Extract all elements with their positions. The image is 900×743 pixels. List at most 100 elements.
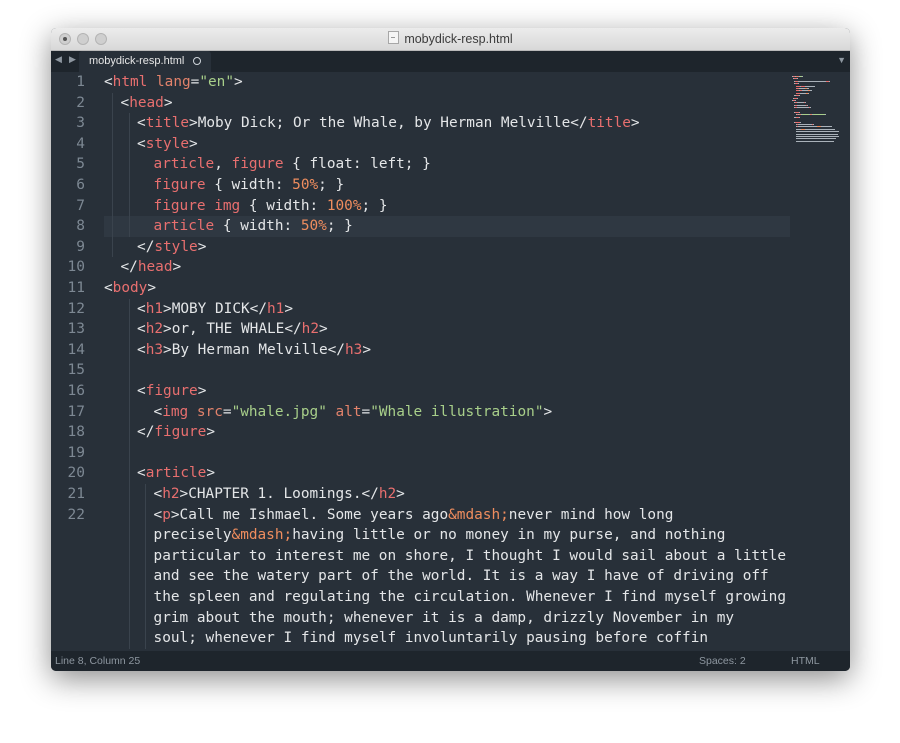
token-text: </	[137, 238, 155, 255]
token-tag: h2	[162, 486, 180, 502]
minimap-line	[824, 114, 826, 116]
code-line: particular to interest me on shore, I th…	[154, 546, 786, 567]
file-icon	[388, 31, 400, 44]
minimap-line	[798, 80, 826, 82]
token-text: <	[153, 506, 163, 523]
indentation-setting[interactable]: Spaces: 2	[699, 655, 746, 667]
code-line: and see the watery part of the world. It…	[154, 566, 769, 587]
token-num: 50%	[292, 177, 319, 193]
line-number: 13	[67, 321, 85, 338]
code-line: figure img { width: 100%; }	[154, 196, 388, 217]
token-text: precisely	[153, 527, 232, 544]
token-text: { float: left; }	[283, 156, 431, 173]
line-number: 1	[76, 74, 85, 90]
token-tag: html	[112, 74, 148, 90]
minimap-line	[797, 124, 812, 125]
line-number: 20	[67, 465, 85, 482]
token-tag: h2	[145, 321, 164, 338]
token-ent: &mdash;	[448, 506, 509, 523]
token-attr: alt	[335, 403, 362, 420]
code-line: article, figure { float: left; }	[154, 154, 431, 175]
code-view[interactable]: <html lang="en"> <head> <title>Moby Dick; …	[104, 72, 804, 651]
editor-area[interactable]: 1 2 3 4 5 6 7 8 9 10 11 12 13 14 15 16 17 18 19 20 21 22 <htm…	[51, 72, 850, 651]
token-tag: figure	[153, 177, 206, 193]
token-tag: head	[137, 259, 173, 276]
minimap-line	[807, 88, 809, 89]
tab-back-arrow-icon[interactable]: ◀	[55, 54, 62, 65]
token-text: <	[137, 465, 146, 482]
editor-window: mobydick-resp.html ◀ ▶ mobydick-resp.htm…	[51, 28, 850, 671]
line-number: 8	[76, 218, 85, 235]
token-tag: figure	[231, 156, 284, 173]
minimap-line	[795, 138, 836, 140]
line-number: 9	[76, 238, 85, 255]
minimap-line	[812, 124, 814, 125]
token-tag: h2	[301, 321, 319, 338]
minimap-line	[795, 140, 834, 142]
line-number: 3	[76, 115, 85, 132]
syntax-mode[interactable]: HTML	[791, 655, 820, 667]
token-tag: head	[129, 94, 164, 111]
minimap-line	[799, 116, 801, 118]
tab-dropdown-icon[interactable]: ▼	[837, 55, 846, 65]
token-text: </	[137, 424, 155, 441]
code-line: grim about the mouth; whenever it is a d…	[154, 608, 734, 629]
line-number: 16	[67, 383, 85, 399]
token-text: <	[137, 321, 146, 338]
token-text: <	[137, 135, 146, 152]
token-tag: h1	[267, 300, 285, 317]
code-line: <head>	[121, 93, 173, 114]
code-line: precisely&mdash;having little or no mone…	[154, 525, 726, 546]
token-str: "en"	[199, 74, 234, 90]
token-tag: p	[162, 506, 171, 523]
window-title-text: mobydick-resp.html	[404, 32, 513, 46]
window-title: mobydick-resp.html	[51, 31, 850, 46]
minimap-line	[796, 104, 807, 106]
token-tag: article	[153, 156, 215, 173]
code-line: <h1>MOBY DICK</h1>	[137, 299, 293, 320]
tab-forward-arrow-icon[interactable]: ▶	[69, 54, 76, 65]
line-number: 2	[76, 94, 85, 111]
code-line: article { width: 50%; }	[154, 216, 353, 237]
minimap-line	[821, 126, 833, 128]
minimap-line	[812, 114, 825, 116]
minimap-line	[810, 107, 812, 109]
token-text: <	[137, 341, 146, 358]
unsaved-dot-icon[interactable]	[193, 57, 201, 65]
minimap-line	[796, 78, 798, 80]
minimap-line	[799, 112, 800, 113]
token-text: ,	[214, 156, 232, 173]
token-tag: figure	[153, 197, 206, 214]
code-line: <figure>	[137, 381, 206, 402]
code-line: </figure>	[137, 422, 215, 443]
token-text: >	[197, 238, 207, 255]
token-ent: &mdash;	[231, 527, 293, 544]
token-num: 100%	[326, 197, 362, 214]
line-number: 5	[76, 156, 85, 173]
tab-label: mobydick-resp.html	[89, 55, 185, 67]
token-text: >Call me Ishmael. Some years ago	[170, 506, 449, 523]
token-tag: figure	[154, 424, 207, 441]
status-bar: Line 8, Column 25 Spaces: 2 HTML	[51, 651, 850, 671]
line-number: 4	[76, 135, 85, 152]
token-text: { width:	[214, 218, 301, 235]
token-text: >Moby Dick; Or the Whale, by Herman Melv…	[189, 115, 588, 132]
minimap-line	[797, 126, 817, 128]
token-text: ; }	[361, 197, 388, 214]
token-text: ; }	[318, 177, 345, 193]
line-number: 6	[76, 177, 85, 193]
token-text: </	[120, 259, 138, 276]
line-number: 21	[67, 486, 85, 502]
minimap-line	[796, 97, 798, 99]
code-line: <h2>CHAPTER 1. Loomings.</h2>	[154, 484, 405, 505]
token-text: >	[630, 115, 640, 132]
token-text: >	[206, 424, 216, 441]
token-tag: figure	[145, 383, 198, 399]
token-text: <	[153, 486, 163, 502]
token-text: having little or no money in my purse, a…	[292, 527, 726, 544]
minimap[interactable]	[790, 72, 850, 651]
tab-mobydick[interactable]: mobydick-resp.html	[79, 51, 211, 72]
minimap-line	[799, 121, 801, 123]
token-tag: title	[145, 115, 190, 132]
